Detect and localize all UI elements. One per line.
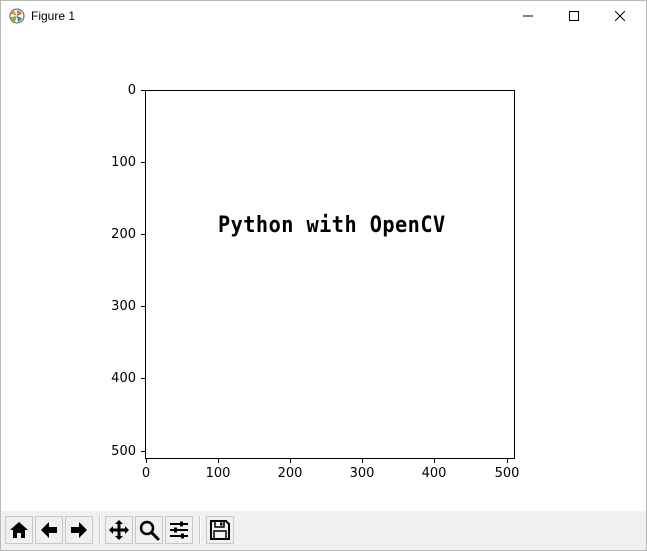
home-button[interactable]: [5, 516, 33, 544]
matplotlib-logo-icon: [9, 8, 25, 24]
pan-button[interactable]: [105, 516, 133, 544]
x-tick-label: 0: [141, 466, 151, 481]
x-tick-mark: [146, 459, 147, 463]
close-button[interactable]: [597, 1, 643, 31]
x-tick-label: 500: [494, 466, 520, 481]
forward-button[interactable]: [65, 516, 93, 544]
home-icon: [10, 522, 28, 538]
zoom-icon: [139, 520, 160, 541]
x-tick-mark: [218, 459, 219, 463]
y-tick-label: 200: [111, 227, 136, 242]
zoom-button[interactable]: [135, 516, 163, 544]
toolbar-separator: [200, 516, 201, 544]
maximize-icon: [569, 11, 579, 21]
minimize-button[interactable]: [505, 1, 551, 31]
close-icon: [615, 11, 625, 21]
x-tick-mark: [362, 459, 363, 463]
pan-icon: [109, 520, 129, 540]
save-button[interactable]: [206, 516, 234, 544]
image-axes[interactable]: [145, 90, 515, 459]
y-tick-mark: [141, 306, 145, 307]
figure-window: Figure 1 Python with OpenCV 0 100 200 30…: [0, 0, 647, 551]
maximize-button[interactable]: [551, 1, 597, 31]
y-tick-mark: [141, 378, 145, 379]
title-bar[interactable]: Figure 1: [1, 1, 646, 31]
configure-subplots-icon: [170, 521, 188, 539]
x-tick-label: 400: [421, 466, 447, 481]
y-tick-label: 500: [111, 444, 136, 459]
y-tick-label: 0: [127, 83, 136, 98]
x-tick-label: 300: [349, 466, 375, 481]
window-title: Figure 1: [31, 9, 76, 23]
y-tick-mark: [141, 234, 145, 235]
navigation-toolbar: [1, 511, 646, 550]
x-tick-mark: [290, 459, 291, 463]
y-tick-mark: [141, 90, 145, 91]
x-tick-mark: [434, 459, 435, 463]
x-tick-label: 100: [205, 466, 231, 481]
image-text: Python with OpenCV: [218, 213, 446, 238]
x-tick-mark: [507, 459, 508, 463]
minimize-icon: [523, 15, 533, 17]
back-button[interactable]: [35, 516, 63, 544]
save-icon: [210, 520, 230, 540]
y-tick-label: 400: [111, 371, 136, 386]
y-tick-mark: [141, 451, 145, 452]
y-tick-label: 300: [111, 299, 136, 314]
x-tick-label: 200: [277, 466, 303, 481]
configure-subplots-button[interactable]: [165, 516, 193, 544]
y-tick-label: 100: [111, 155, 136, 170]
y-tick-mark: [141, 162, 145, 163]
back-icon: [41, 522, 57, 538]
forward-icon: [71, 522, 87, 538]
toolbar-separator: [100, 516, 101, 544]
